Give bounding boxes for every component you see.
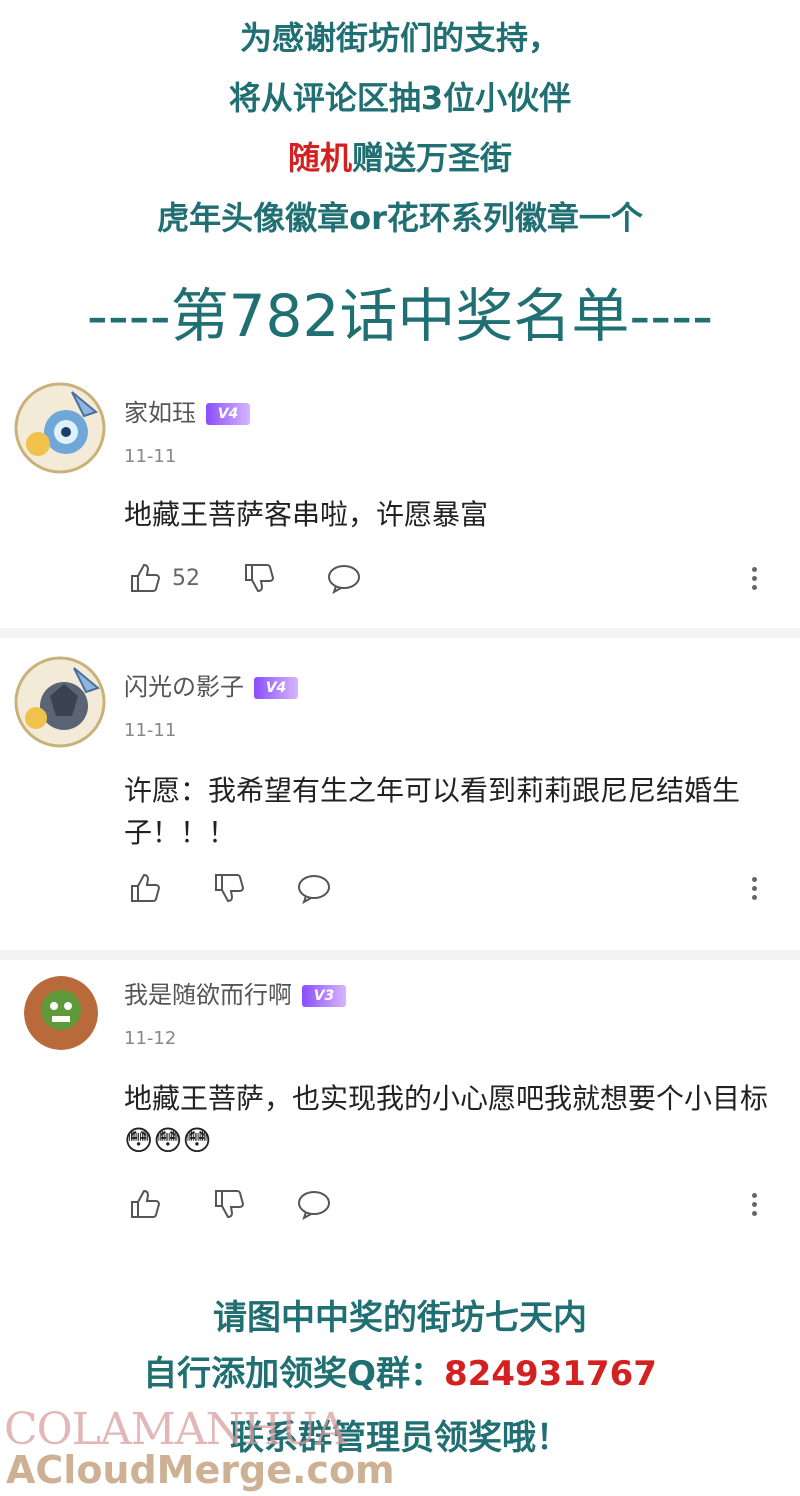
more-options-button[interactable] xyxy=(744,870,764,906)
reply-button[interactable] xyxy=(326,560,362,596)
comment-text: 许愿：我希望有生之年可以看到莉莉跟尼尼结婚生子！！！ xyxy=(124,774,741,849)
more-options-button[interactable] xyxy=(744,1186,764,1222)
comment-card: 家如珏 V4 11-11 地藏王菩萨客串啦，许愿暴富 52 xyxy=(0,370,800,628)
comment-date: 11-12 xyxy=(124,1028,177,1049)
username[interactable]: 我是随欲而行啊 V3 xyxy=(124,980,346,1010)
comment-text-body: 地藏王菩萨，也实现我的小心愿吧我就想要个小目标 xyxy=(124,1082,769,1115)
footer-line-1: 请图中中奖的街坊七天内 xyxy=(213,1298,587,1338)
level-badge: V4 xyxy=(254,677,298,699)
more-options-button[interactable] xyxy=(744,560,764,596)
dislike-button[interactable] xyxy=(212,1186,246,1222)
username[interactable]: 闪光の影子 V4 xyxy=(124,672,298,702)
reply-button[interactable] xyxy=(296,1186,332,1222)
avatar[interactable] xyxy=(24,976,98,1050)
dislike-button[interactable] xyxy=(242,560,276,596)
comment-card: 我是随欲而行啊 V3 11-12 地藏王菩萨，也实现我的小心愿吧我就想要个小目标 😳… xyxy=(0,960,800,1240)
comment-actions xyxy=(124,870,764,906)
thumbs-down-icon xyxy=(245,564,275,593)
divider xyxy=(0,628,800,638)
comment-card: 闪光の影子 V4 11-11 许愿：我希望有生之年可以看到莉莉跟尼尼结婚生子！！！ xyxy=(0,638,800,950)
comment-text: 地藏王菩萨，也实现我的小心愿吧我就想要个小目标 😳😳😳 xyxy=(124,1078,774,1162)
winner-list-title: ----第782话中奖名单---- xyxy=(86,282,714,350)
username-text[interactable]: 我是随欲而行啊 xyxy=(124,981,292,1009)
comment-text: 地藏王菩萨客串啦，许愿暴富 xyxy=(124,498,489,531)
footer-line-2-prefix: 自行添加领奖Q群： xyxy=(143,1354,444,1394)
like-button[interactable]: 52 xyxy=(128,560,200,596)
like-button[interactable] xyxy=(128,870,162,906)
username-text[interactable]: 闪光の影子 xyxy=(124,673,244,701)
announcement-line-3: 随机赠送万圣街 xyxy=(0,138,800,178)
comment-actions: 52 xyxy=(124,560,764,596)
comment-bubble-icon xyxy=(298,1191,330,1221)
level-badge: V4 xyxy=(206,403,250,425)
comment-bubble-icon xyxy=(298,875,330,905)
announcement-line-3-rest: 赠送万圣街 xyxy=(352,139,513,177)
comment-date: 11-11 xyxy=(124,720,177,741)
reply-button[interactable] xyxy=(296,870,332,906)
emoji: 😳😳😳 xyxy=(124,1124,212,1157)
announcement-line-2: 将从评论区抽3位小伙伴 xyxy=(228,79,572,117)
like-button[interactable] xyxy=(128,1186,162,1222)
like-count: 52 xyxy=(172,565,200,591)
announcement-line-4: 虎年头像徽章or花环系列徽章一个 xyxy=(157,199,643,237)
watermark-site: ACloudMerge.com xyxy=(6,1448,395,1492)
announcement-line-1: 为感谢街坊们的支持， xyxy=(239,19,560,57)
dislike-button[interactable] xyxy=(212,870,246,906)
comment-actions xyxy=(124,1186,764,1222)
thumbs-up-icon xyxy=(131,873,161,902)
footer-line-2: 自行添加领奖Q群：824931767 xyxy=(0,1346,800,1395)
divider xyxy=(0,950,800,960)
comment-date: 11-11 xyxy=(124,446,177,467)
username[interactable]: 家如珏 V4 xyxy=(124,398,250,428)
thumbs-down-icon xyxy=(215,1190,245,1219)
qq-group-number: 824931767 xyxy=(443,1354,657,1394)
level-badge: V3 xyxy=(302,985,346,1007)
comment-bubble-icon xyxy=(328,565,360,595)
thumbs-up-icon xyxy=(131,563,161,592)
thumbs-up-icon xyxy=(131,1189,161,1218)
thumbs-down-icon xyxy=(215,874,245,903)
avatar[interactable] xyxy=(14,382,106,474)
random-highlight: 随机 xyxy=(287,139,352,177)
username-text[interactable]: 家如珏 xyxy=(124,399,196,427)
avatar[interactable] xyxy=(14,656,106,748)
